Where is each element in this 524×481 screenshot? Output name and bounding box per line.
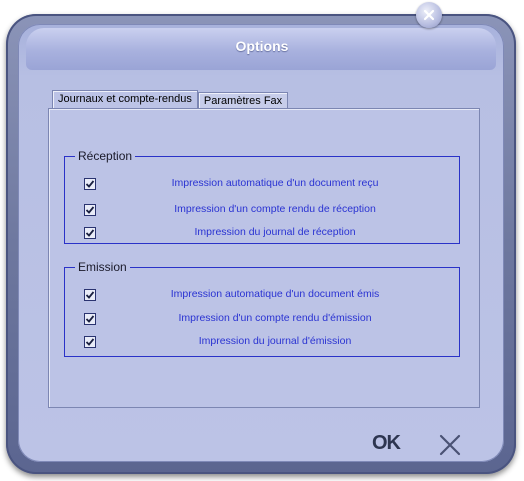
option-label: Impression d'un compte rendu d'émission <box>178 312 372 324</box>
checkmark-icon <box>85 206 95 214</box>
option-label: Impression du journal d'émission <box>198 335 352 347</box>
checkmark-icon <box>85 229 95 237</box>
options-dialog: Options Journaux et compte-rendus Paramè… <box>0 0 524 481</box>
close-icon <box>423 9 435 21</box>
tab-strip: Journaux et compte-rendus Paramètres Fax <box>52 90 289 111</box>
option-label: Impression automatique d'un document reç… <box>171 177 379 189</box>
reception-group: Réception Impression automatique d'un do… <box>64 149 460 244</box>
checkmark-icon <box>85 338 95 346</box>
emission-option-report[interactable]: Impression d'un compte rendu d'émission <box>65 311 459 329</box>
checkbox[interactable] <box>84 227 96 239</box>
checkmark-icon <box>85 291 95 299</box>
option-label: Impression d'un compte rendu de réceptio… <box>174 203 376 215</box>
ok-button[interactable]: OK <box>372 432 401 455</box>
checkbox[interactable] <box>84 178 96 190</box>
cancel-x-icon <box>439 434 461 456</box>
reception-option-report[interactable]: Impression d'un compte rendu de réceptio… <box>65 202 459 220</box>
option-label: Impression automatique d'un document émi… <box>170 288 380 300</box>
checkbox[interactable] <box>84 336 96 348</box>
reception-option-journal[interactable]: Impression du journal de réception <box>65 225 459 243</box>
emission-option-auto-print[interactable]: Impression automatique d'un document émi… <box>65 287 459 305</box>
emission-group: Emission Impression automatique d'un doc… <box>64 260 460 357</box>
cancel-button[interactable] <box>437 432 463 458</box>
reception-legend: Réception <box>75 149 136 163</box>
checkbox[interactable] <box>84 204 96 216</box>
dialog-title: Options <box>235 38 289 54</box>
checkmark-icon <box>85 315 95 323</box>
checkbox[interactable] <box>84 313 96 325</box>
checkbox[interactable] <box>84 289 96 301</box>
emission-option-journal[interactable]: Impression du journal d'émission <box>65 334 459 352</box>
emission-legend: Emission <box>75 260 130 274</box>
close-button[interactable] <box>416 2 442 28</box>
reception-option-auto-print[interactable]: Impression automatique d'un document reç… <box>65 176 459 194</box>
checkmark-icon <box>85 180 95 188</box>
option-label: Impression du journal de réception <box>194 226 356 238</box>
